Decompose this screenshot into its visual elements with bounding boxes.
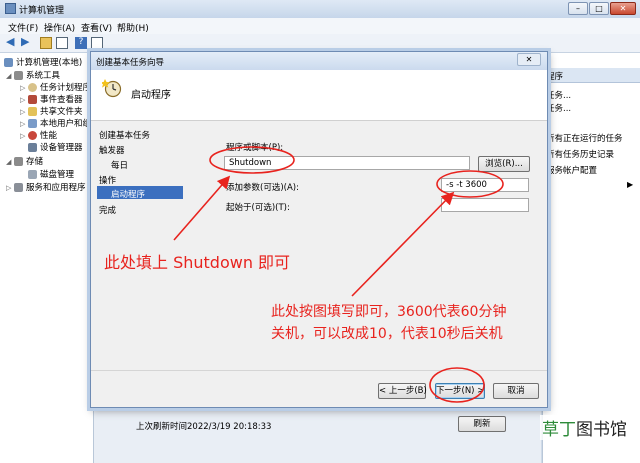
highlight-arguments-ellipse (436, 170, 504, 198)
arrow-to-program (173, 175, 231, 241)
main-window: 计算机管理 – □ ✕ 文件(F) 操作(A) 查看(V) 帮助(H) ◀ ▶ … (0, 0, 640, 463)
annotation-args-note-line2: 关机，可以改成10，代表10秒后关机 (271, 326, 503, 342)
annotation-args-note-line1: 此处按图填写即可，3600代表60分钟 (271, 304, 507, 320)
annotation-shutdown-note: 此处填上 Shutdown 即可 (104, 253, 291, 272)
arrow-to-arguments (351, 191, 455, 297)
annotation-overlay (173, 146, 504, 403)
highlight-next-ellipse (429, 367, 485, 403)
watermark: 草丁图书馆 (540, 415, 629, 440)
highlight-program-ellipse (209, 146, 295, 174)
